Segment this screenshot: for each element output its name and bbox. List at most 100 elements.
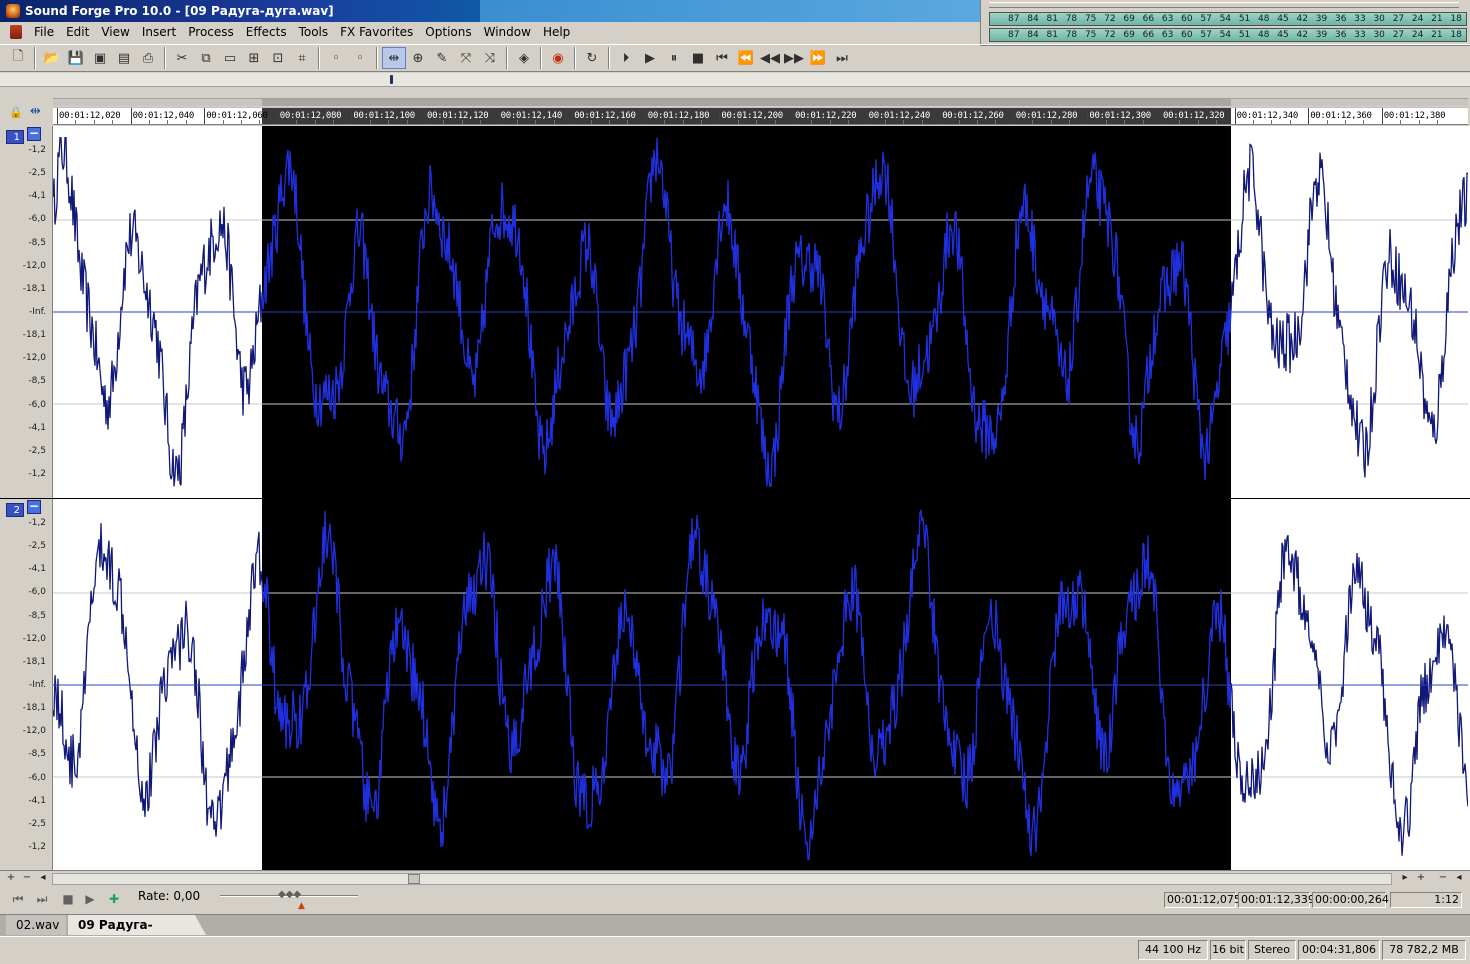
ruler-time-label: 00:01:12,200 <box>721 111 783 121</box>
save-as-icon[interactable]: ▣ <box>88 47 112 69</box>
undo-icon[interactable]: ◦ <box>324 47 348 69</box>
channels-status[interactable]: Stereo <box>1248 940 1296 960</box>
forward-icon[interactable]: ▶▶ <box>782 47 806 69</box>
edit-tool-icon[interactable]: ⇹ <box>382 47 406 69</box>
play-icon[interactable]: ▶ <box>638 47 662 69</box>
ruler-minor-tick <box>1253 120 1254 124</box>
pause-icon[interactable]: ⏸ <box>662 47 686 69</box>
menu-file[interactable]: File <box>28 25 60 39</box>
waveform-display[interactable] <box>53 126 1468 498</box>
stop-icon[interactable]: ■ <box>58 892 78 908</box>
meter-scale-label: 51 <box>1238 14 1251 24</box>
menu-tools[interactable]: Tools <box>293 25 335 39</box>
save-icon[interactable]: 💾 <box>64 47 88 69</box>
menu-process[interactable]: Process <box>182 25 240 39</box>
channel-2[interactable]: 2 − -1,2 -2,5 -4,1 -6,0 -8,5 -12,0 -18,1 -Inf. -… <box>0 498 1470 871</box>
zoom-menu-icon[interactable]: ◂ <box>1452 872 1466 885</box>
ruler-minor-tick <box>296 120 298 124</box>
meter-scale-label: 84 <box>1027 30 1039 40</box>
scroll-right-icon[interactable]: ▸ <box>1398 872 1412 885</box>
stop-icon[interactable]: ■ <box>686 47 710 69</box>
selection-start-time[interactable]: 00:01:12,075 <box>1164 892 1241 908</box>
record-icon[interactable]: ◉ <box>546 47 570 69</box>
zoom-in-vertical-button[interactable]: + <box>4 872 18 885</box>
channel-number-badge[interactable]: 2 <box>6 503 24 517</box>
go-start-icon[interactable]: ⏮ <box>8 892 28 908</box>
ruler-minor-tick <box>167 120 169 124</box>
time-ruler[interactable]: 00:01:12,020 00:01:12,040 00:01:12,060 00:0… <box>53 107 1468 125</box>
pencil-tool-icon[interactable]: ✎ <box>430 47 454 69</box>
sample-rate-status[interactable]: 44 100 Hz <box>1138 940 1208 960</box>
go-end-icon[interactable]: ⏭ <box>830 47 854 69</box>
rewind-icon[interactable]: ◀◀ <box>758 47 782 69</box>
scroll-track[interactable] <box>52 873 1392 885</box>
selection-end-time[interactable]: 00:01:12,339 <box>1238 892 1315 908</box>
scroll-thumb[interactable] <box>408 874 420 884</box>
snap-icon[interactable]: ⇹ <box>30 104 41 119</box>
channel-number-badge[interactable]: 1 <box>6 130 24 144</box>
meter-scale-label: 81 <box>1046 14 1058 24</box>
zoom-out-time-button[interactable]: − <box>1436 872 1450 885</box>
zoom-ratio[interactable]: 1:12 <box>1390 892 1462 908</box>
channel-minimize-button[interactable]: − <box>27 127 41 141</box>
channel-1[interactable]: 1 − -1,2 -2,5 -4,1 -6,0 -8,5 -12,0 -18,1 -Inf. -… <box>0 126 1470 498</box>
cut-icon[interactable]: ✂ <box>170 47 194 69</box>
crossfade-icon[interactable]: ⊡ <box>266 47 290 69</box>
menu-options[interactable]: Options <box>419 25 477 39</box>
ruler-minor-tick <box>1345 120 1346 124</box>
open-icon[interactable]: 📂 <box>40 47 64 69</box>
event-tool-icon[interactable]: ⤨ <box>478 47 502 69</box>
new-icon[interactable]: 🗋 <box>6 47 30 69</box>
document-menu-icon[interactable] <box>10 25 22 39</box>
render-icon[interactable]: ▤ <box>112 47 136 69</box>
prev-marker-icon[interactable]: ⏪ <box>734 47 758 69</box>
document-tabs: 02.wav 09 Радуга-дуга.wav <box>0 914 1470 936</box>
menu-edit[interactable]: Edit <box>60 25 95 39</box>
ruler-major-tick <box>719 108 721 124</box>
play-icon[interactable]: ▶ <box>80 892 100 908</box>
loop-icon[interactable]: ↻ <box>580 47 604 69</box>
zoom-out-vertical-button[interactable]: − <box>20 872 34 885</box>
trim-icon[interactable]: ⌗ <box>290 47 314 69</box>
ruler-minor-tick <box>627 120 629 124</box>
magnify-tool-icon[interactable]: ⊕ <box>406 47 430 69</box>
selection-length-time[interactable]: 00:00:00,264 <box>1312 892 1389 908</box>
go-end-icon[interactable]: ⏭ <box>32 892 52 908</box>
play-all-icon[interactable]: ⏵ <box>614 47 638 69</box>
tab-02-wav[interactable]: 02.wav <box>6 915 66 935</box>
zoom-in-time-button[interactable]: + <box>1414 872 1428 885</box>
menu-window[interactable]: Window <box>478 25 537 39</box>
paste-icon[interactable]: ▭ <box>218 47 242 69</box>
go-start-icon[interactable]: ⏮ <box>710 47 734 69</box>
lock-icon[interactable]: 🔒 <box>9 106 23 119</box>
horizontal-scrollbar[interactable]: + − ◂ ▸ + − ◂ <box>0 870 1470 886</box>
redo-icon[interactable]: ◦ <box>348 47 372 69</box>
selection-bar[interactable] <box>53 98 1468 106</box>
paste-mix-icon[interactable]: ⊞ <box>242 47 266 69</box>
menu-fx-favorites[interactable]: FX Favorites <box>334 25 419 39</box>
db-scale-label: -2,5 <box>28 818 46 829</box>
ruler-minor-tick <box>1289 120 1291 124</box>
meter-grip[interactable] <box>989 2 1459 8</box>
selection-range-marker[interactable] <box>262 99 1231 106</box>
overview-cursor[interactable] <box>390 75 393 84</box>
envelope-tool-icon[interactable]: ⤧ <box>454 47 478 69</box>
copy-icon[interactable]: ⧉ <box>194 47 218 69</box>
menu-effects[interactable]: Effects <box>240 25 293 39</box>
channel-minimize-button[interactable]: − <box>27 500 41 514</box>
menu-help[interactable]: Help <box>537 25 576 39</box>
rate-slider-thumb[interactable]: ◆◆◆ <box>278 889 301 900</box>
scrub-icon[interactable]: ✚ <box>104 892 124 908</box>
print-icon[interactable]: ⎙ <box>136 47 160 69</box>
waveform-display[interactable] <box>53 499 1468 871</box>
menu-view[interactable]: View <box>95 25 135 39</box>
next-marker-icon[interactable]: ⏩ <box>806 47 830 69</box>
ruler-time-label: 00:01:12,180 <box>647 111 710 121</box>
menu-insert[interactable]: Insert <box>136 25 182 39</box>
bit-depth-status[interactable]: 16 bit <box>1210 940 1246 960</box>
overview-bar[interactable] <box>0 73 1470 87</box>
tab-09-raduga-duga[interactable]: 09 Радуга-дуга.wav <box>68 915 206 935</box>
scroll-left-icon[interactable]: ◂ <box>36 872 50 885</box>
ruler-major-tick <box>277 108 279 124</box>
snapshot-icon[interactable]: ◈ <box>512 47 536 69</box>
